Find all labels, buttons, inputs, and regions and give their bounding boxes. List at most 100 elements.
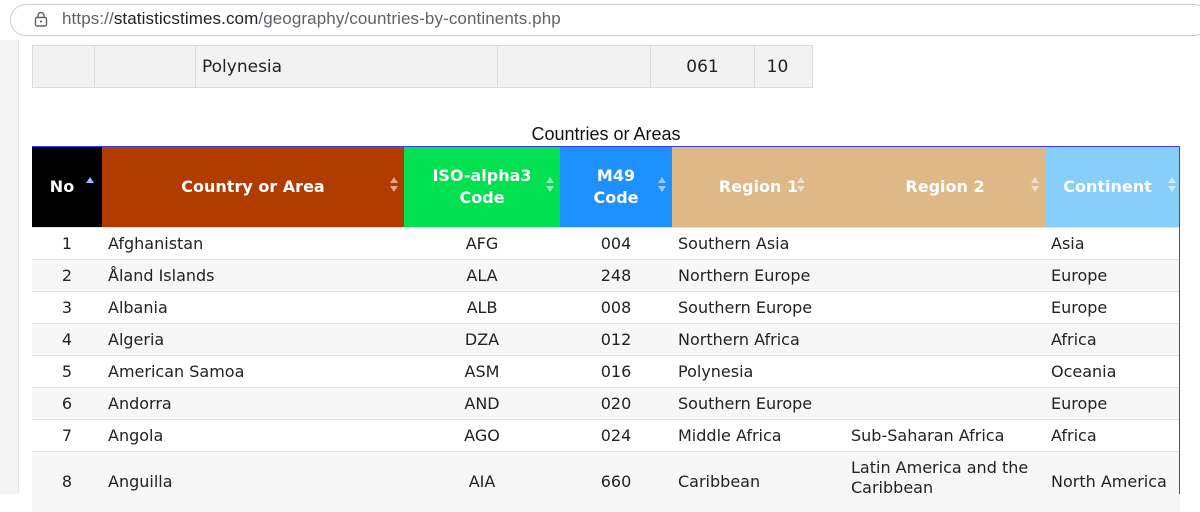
table-header-row: No Country or Area ISO-alpha3 Code M49 C… [32,146,1180,228]
cell-iso: ALA [404,259,560,292]
cell-iso: AGO [404,419,560,452]
cell-no: 3 [32,291,102,324]
header-label: No [49,177,75,196]
header-label-line1: M49 [596,166,636,185]
sort-icon [797,177,805,193]
table-cell [32,45,95,88]
cell-continent: Asia [1045,227,1180,260]
header-label: Region 2 [905,177,985,196]
cell-text: 061 [686,56,719,77]
sort-icon [1168,177,1176,193]
url-scheme: https:// [62,9,114,28]
cell-region2 [845,387,1045,420]
cell-iso: ASM [404,355,560,388]
left-gutter [0,40,19,494]
table-cell: Polynesia [195,45,498,88]
cell-region2 [845,291,1045,324]
cell-country: Andorra [102,387,404,420]
url-domain: statisticstimes.com [113,9,259,28]
cell-continent: Europe [1045,259,1180,292]
header-m49[interactable]: M49 Code [560,146,672,228]
header-label: Country or Area [181,177,325,196]
cell-continent: Africa [1045,419,1180,452]
lock-icon[interactable] [34,11,48,27]
cell-country: Åland Islands [102,259,404,292]
cell-region2 [845,323,1045,356]
header-label-line2: Code [593,188,639,207]
cell-iso: DZA [404,323,560,356]
cell-country: Angola [102,419,404,452]
header-continent[interactable]: Continent [1045,146,1180,228]
cell-region1: Middle Africa [672,419,845,452]
cell-continent: Africa [1045,323,1180,356]
cell-country: Algeria [102,323,404,356]
table-right-border [1179,146,1180,494]
cell-region2: Sub-Saharan Africa [845,419,1045,452]
table-row: 6 Andorra AND 020 Southern Europe Europe [32,387,1180,420]
cell-country: American Samoa [102,355,404,388]
table-cell [94,45,196,88]
table-cell: 061 [650,45,755,88]
cell-region1: Southern Europe [672,387,845,420]
cell-region1: Northern Africa [672,323,845,356]
header-iso[interactable]: ISO-alpha3 Code [404,146,560,228]
cell-m49: 024 [560,419,672,452]
sort-icon [546,177,554,193]
header-label-line2: Code [459,188,505,207]
cell-m49: 020 [560,387,672,420]
cell-region2 [845,355,1045,388]
cell-m49: 008 [560,291,672,324]
cell-no: 6 [32,387,102,420]
cell-iso: AND [404,387,560,420]
header-label-line1: ISO-alpha3 [432,166,532,185]
cell-text: Polynesia [202,56,283,77]
cell-no: 7 [32,419,102,452]
cell-region1: Polynesia [672,355,845,388]
countries-table: No Country or Area ISO-alpha3 Code M49 C… [32,146,1180,512]
cell-region1: Caribbean [672,451,845,512]
cell-continent: Europe [1045,291,1180,324]
cell-m49: 660 [560,451,672,512]
table-caption: Countries or Areas [531,124,681,144]
cell-no: 1 [32,227,102,260]
header-region1[interactable]: Region 1 [672,146,845,228]
cell-iso: AIA [404,451,560,512]
sort-icon [658,177,666,193]
header-no[interactable]: No [32,146,102,228]
table-row: 3 Albania ALB 008 Southern Europe Europe [32,291,1180,324]
cell-iso: ALB [404,291,560,324]
cell-region1: Southern Asia [672,227,845,260]
cell-no: 5 [32,355,102,388]
cell-country: Anguilla [102,451,404,512]
cell-text: 10 [766,56,789,77]
cell-region2 [845,259,1045,292]
table-row: 5 American Samoa ASM 016 Polynesia Ocean… [32,355,1180,388]
previous-table: Polynesia 061 10 [32,45,813,88]
cell-region1: Northern Europe [672,259,845,292]
cell-m49: 248 [560,259,672,292]
table-row: 2 Åland Islands ALA 248 Northern Europe … [32,259,1180,292]
cell-region2 [845,227,1045,260]
header-region2[interactable]: Region 2 [845,146,1045,228]
cell-iso: AFG [404,227,560,260]
cell-m49: 016 [560,355,672,388]
cell-no: 8 [32,451,102,512]
table-cell: 10 [754,45,813,88]
table-row: 8 Anguilla AIA 660 Caribbean Latin Ameri… [32,451,1180,512]
header-label: Region 1 [718,177,799,196]
table-row: Polynesia 061 10 [32,45,813,88]
sort-icon [390,177,398,193]
cell-region1: Southern Europe [672,291,845,324]
cell-country: Albania [102,291,404,324]
sort-icon [1031,177,1039,193]
cell-no: 2 [32,259,102,292]
table-row: 4 Algeria DZA 012 Northern Africa Africa [32,323,1180,356]
cell-region2-text: Latin America and the Caribbean [851,458,1029,497]
table-row: 1 Afghanistan AFG 004 Southern Asia Asia [32,227,1180,260]
cell-continent: Oceania [1045,355,1180,388]
header-label: Continent [1063,177,1152,196]
header-country[interactable]: Country or Area [102,146,404,228]
url-text[interactable]: https://statisticstimes.com/geography/co… [62,9,561,29]
cell-region2: Latin America and the Caribbean [845,451,1045,512]
sort-asc-icon [86,177,94,193]
